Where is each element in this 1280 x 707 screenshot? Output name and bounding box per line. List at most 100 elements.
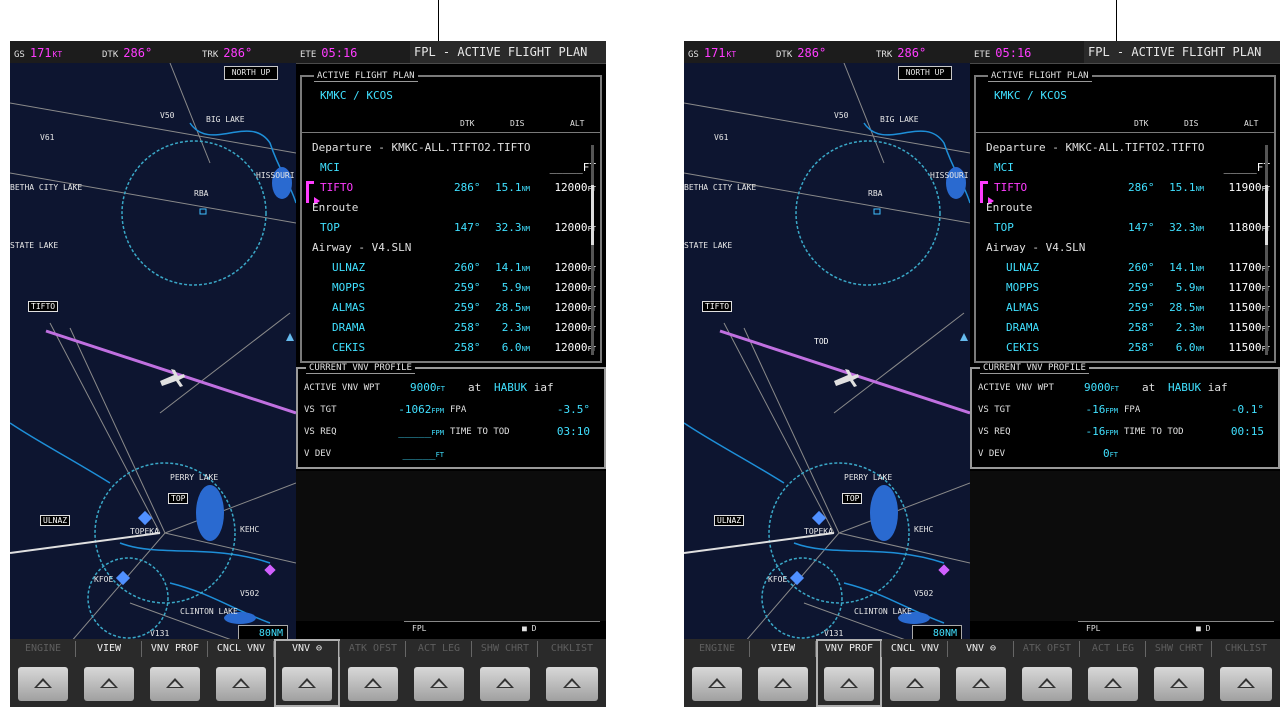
fpl-cell: 286° xyxy=(454,181,481,194)
fpl-row[interactable]: ALMAS 259° 28.5NM 12000FT xyxy=(302,301,600,321)
softkey-shw-chrt[interactable]: SHW CHRT xyxy=(1146,639,1212,707)
waypoint-label[interactable]: TIFTO xyxy=(28,301,59,312)
text: CHKLIST xyxy=(1224,643,1268,654)
softkey-chklist[interactable]: CHKLIST xyxy=(538,639,606,707)
wpt-alt[interactable]: _____FT xyxy=(1208,161,1270,174)
softkey-button-face[interactable] xyxy=(1022,667,1072,701)
waypoint-label[interactable]: TIFTO xyxy=(702,301,733,312)
vs-req-label: VS REQ xyxy=(978,427,1011,437)
moving-map[interactable]: NORTH UP V50 BIG LAKE V61 HISSOURI BETHA… xyxy=(684,63,970,643)
time-to-tod-label: TIME TO TOD xyxy=(1124,427,1184,437)
softkey-atk-ofst[interactable]: ATK OFST xyxy=(1014,639,1080,707)
fpl-cell: 15.1 xyxy=(1169,181,1196,194)
softkey-button-face[interactable] xyxy=(546,667,598,701)
fpl-cell: 12000 xyxy=(554,301,588,314)
waypoint-label[interactable]: TOP xyxy=(842,493,863,504)
fpl-row[interactable]: TOP 147° 32.3NM 12000FT xyxy=(302,221,600,241)
fpl-row[interactable]: DRAMA 258° 2.3NM 12000FT xyxy=(302,321,600,341)
scrollbar[interactable] xyxy=(591,145,594,355)
map-label: V50 xyxy=(160,111,175,120)
north-up-indicator[interactable]: NORTH UP xyxy=(224,66,278,80)
softkey-shw-chrt[interactable]: SHW CHRT xyxy=(472,639,538,707)
active-vnv-wpt-alt: 9000FT xyxy=(410,381,445,394)
wpt-name[interactable]: MCI xyxy=(994,161,1014,174)
map-label: RBA xyxy=(194,189,209,198)
fpl-cell: 11700FT xyxy=(1208,281,1270,294)
softkey-vnv-prof[interactable]: VNV PROF xyxy=(816,639,882,707)
text: KT xyxy=(726,50,737,59)
softkey-act-leg[interactable]: ACT LEG xyxy=(406,639,472,707)
text: -1062 xyxy=(398,403,432,416)
ete-value: 05:16 xyxy=(321,46,358,60)
fpl-cell: 12000 xyxy=(554,261,588,274)
softkey-button-face[interactable] xyxy=(956,667,1006,701)
map-label: RBA xyxy=(868,189,883,198)
softkey-vnv-direct[interactable]: VNV ⊖ xyxy=(274,639,340,707)
softkey-vnv-direct[interactable]: VNV ⊖ xyxy=(948,639,1014,707)
fpl-row[interactable]: CEKIS 258° 6.0NM 12000FT xyxy=(302,341,600,361)
tod-label: TOD xyxy=(814,337,829,346)
text xyxy=(302,132,600,133)
softkey-button-face[interactable] xyxy=(1088,667,1138,701)
waypoint-label[interactable]: ULNAZ xyxy=(40,515,71,526)
softkey-button-face[interactable] xyxy=(1154,667,1204,701)
wpt-alt[interactable]: _____FT xyxy=(534,161,596,174)
text: ETE xyxy=(974,50,991,60)
fpl-row[interactable]: CEKIS 258° 6.0NM 11500FT xyxy=(976,341,1274,361)
softkey-button-face[interactable] xyxy=(348,667,398,701)
softkey-button-face[interactable] xyxy=(890,667,940,701)
up-arrow-icon xyxy=(298,678,316,688)
softkey-button-face[interactable] xyxy=(150,667,200,701)
fpl-row[interactable]: MOPPS 259° 5.9NM 11700FT xyxy=(976,281,1274,301)
softkey-act-leg[interactable]: ACT LEG xyxy=(1080,639,1146,707)
waypoint-label[interactable]: TOP xyxy=(168,493,189,504)
fpl-cell: 258° xyxy=(454,321,481,334)
softkey-button-face[interactable] xyxy=(414,667,464,701)
softkey-cncl-vnv[interactable]: CNCL VNV xyxy=(882,639,948,707)
active-flight-plan-panel: ACTIVE FLIGHT PLAN KMKC / KCOS DTK DIS A… xyxy=(300,71,602,363)
softkey-view[interactable]: VIEW xyxy=(750,639,816,707)
fpl-cell: 14.1 xyxy=(1169,261,1196,274)
softkey-button-face[interactable] xyxy=(84,667,134,701)
text: FPM xyxy=(431,429,444,437)
softkey-chklist[interactable]: CHKLIST xyxy=(1212,639,1280,707)
fpl-row[interactable]: ALMAS 259° 28.5NM 11500FT xyxy=(976,301,1274,321)
text: 9000 xyxy=(1084,381,1111,394)
softkey-vnv-prof[interactable]: VNV PROF xyxy=(142,639,208,707)
softkey-cncl-vnv[interactable]: CNCL VNV xyxy=(208,639,274,707)
softkey-button-face[interactable] xyxy=(1220,667,1272,701)
softkey-atk-ofst[interactable]: ATK OFST xyxy=(340,639,406,707)
departure-header: Departure - KMKC-ALL.TIFTO2.TIFTO xyxy=(312,141,531,154)
trk-value: 286° xyxy=(223,46,253,60)
text: 0 xyxy=(1102,447,1110,460)
softkey-button-face[interactable] xyxy=(18,667,68,701)
fpl-row[interactable]: TOP 147° 32.3NM 11800FT xyxy=(976,221,1274,241)
waypoint-label[interactable]: ULNAZ xyxy=(714,515,745,526)
fpl-cell: 6.0 xyxy=(501,341,522,354)
softkey-button-face[interactable] xyxy=(480,667,530,701)
softkey-1[interactable]: ENGINE xyxy=(684,639,750,707)
softkey-button-face[interactable] xyxy=(824,667,874,701)
up-arrow-icon xyxy=(1170,678,1188,688)
fpl-row[interactable]: TIFTO 286° 15.1NM 12000FT xyxy=(302,181,600,201)
fpl-row[interactable]: DRAMA 258° 2.3NM 11500FT xyxy=(976,321,1274,341)
softkey-button-face[interactable] xyxy=(758,667,808,701)
softkey-1[interactable]: ENGINE xyxy=(10,639,76,707)
softkey-button-face[interactable] xyxy=(282,667,332,701)
fpl-row[interactable]: TIFTO 286° 15.1NM 11900FT xyxy=(976,181,1274,201)
north-up-indicator[interactable]: NORTH UP xyxy=(898,66,952,80)
softkey-button-face[interactable] xyxy=(692,667,742,701)
at-text: at xyxy=(468,381,482,394)
moving-map[interactable]: NORTH UP V50 BIG LAKE V61 HISSOURI BETHA… xyxy=(10,63,296,643)
scrollbar-thumb[interactable] xyxy=(591,185,594,245)
fpl-row[interactable]: ULNAZ 260° 14.1NM 12000FT xyxy=(302,261,600,281)
softkey-view[interactable]: VIEW xyxy=(76,639,142,707)
fpl-row[interactable]: MOPPS 259° 5.9NM 12000FT xyxy=(302,281,600,301)
fpl-cell: 5.9NM xyxy=(1160,281,1204,294)
fpl-row[interactable]: ULNAZ 260° 14.1NM 11700FT xyxy=(976,261,1274,281)
fpl-cell: 12000FT xyxy=(534,321,596,334)
scrollbar-thumb[interactable] xyxy=(1265,185,1268,245)
wpt-name[interactable]: MCI xyxy=(320,161,340,174)
scrollbar[interactable] xyxy=(1265,145,1268,355)
softkey-button-face[interactable] xyxy=(216,667,266,701)
